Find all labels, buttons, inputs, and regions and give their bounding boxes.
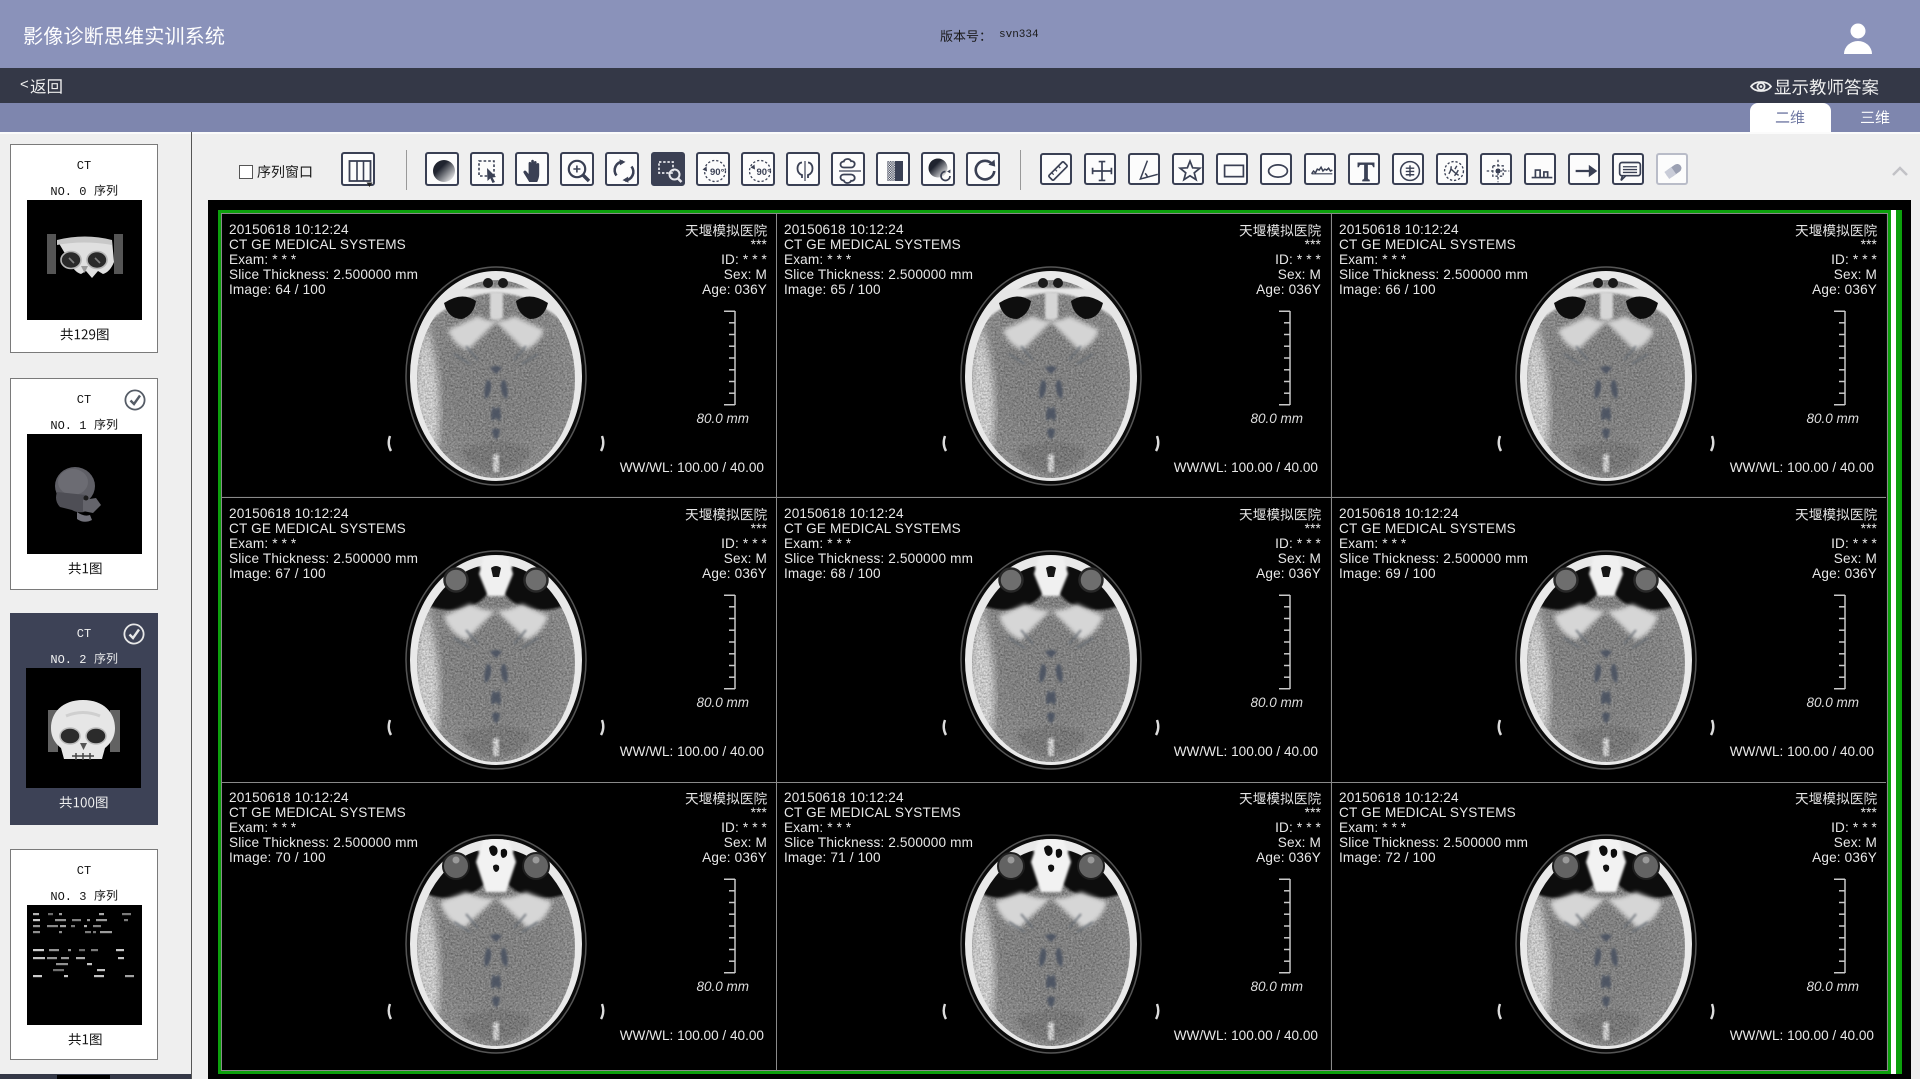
svg-text:90°: 90° (756, 167, 771, 178)
svg-text:90°: 90° (710, 167, 725, 178)
